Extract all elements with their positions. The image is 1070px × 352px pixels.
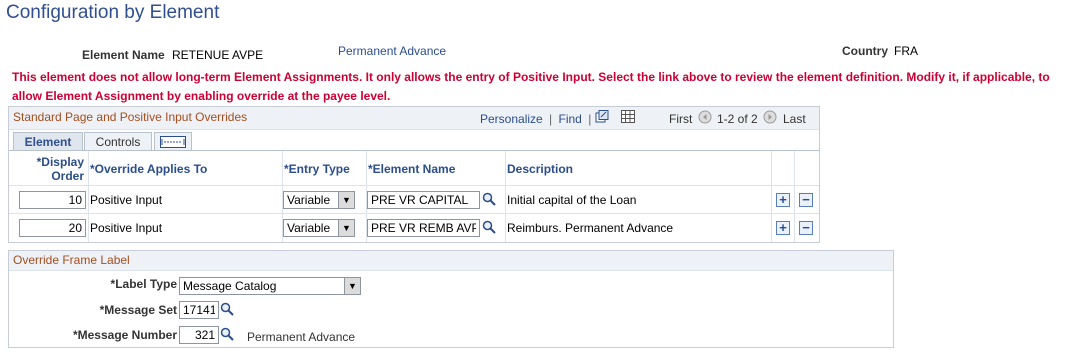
label-type-label: *Label Type [110, 277, 177, 291]
next-row-icon[interactable] [763, 110, 777, 127]
tab-controls[interactable]: Controls [84, 132, 152, 151]
previous-row-icon[interactable] [698, 110, 712, 127]
label-type-select[interactable]: Message Catalog ▼ [179, 277, 361, 295]
first-label: First [669, 112, 693, 126]
row-range: 1-2 of 2 [717, 112, 758, 126]
col-element-name: *Element Name [368, 162, 456, 176]
lookup-icon[interactable] [220, 302, 234, 316]
override-applies-to-value: Positive Input [90, 221, 163, 235]
download-grid-icon[interactable] [621, 110, 635, 126]
override-applies-to-value: Positive Input [90, 193, 163, 207]
dropdown-arrow-icon: ▼ [338, 220, 354, 236]
nav-separator: | [549, 112, 553, 126]
element-name-input[interactable] [367, 191, 480, 209]
col-entry-type: *Entry Type [284, 162, 350, 176]
show-all-columns-icon[interactable] [154, 132, 192, 151]
last-label: Last [783, 112, 806, 126]
tab-element[interactable]: Element [13, 132, 83, 151]
table-row: Positive Input Variable ▼ Initial capita… [9, 185, 819, 214]
view-all-icon[interactable] [595, 110, 609, 126]
element-name-input[interactable] [367, 219, 480, 237]
element-name-value: RETENUE AVPE [172, 48, 264, 62]
dropdown-arrow-icon: ▼ [338, 192, 354, 208]
nav-separator: | [588, 112, 592, 126]
description-value: Reimburs. Permanent Advance [507, 221, 674, 235]
message-set-input[interactable] [179, 301, 219, 319]
message-text: Permanent Advance [247, 330, 356, 344]
col-override-applies-to: *Override Applies To [90, 162, 208, 176]
message-number-input[interactable] [179, 326, 219, 344]
add-row-icon[interactable]: + [776, 221, 790, 235]
page-title: Configuration by Element [6, 2, 220, 23]
lookup-icon[interactable] [220, 327, 234, 341]
find-link[interactable]: Find [559, 112, 582, 126]
lookup-icon[interactable] [482, 220, 496, 234]
frame-title: Override Frame Label [13, 253, 130, 267]
message-set-label: *Message Set [99, 303, 177, 317]
message-number-label: *Message Number [72, 328, 177, 342]
overrides-grid: Standard Page and Positive Input Overrid… [8, 106, 820, 243]
delete-row-icon[interactable]: − [799, 221, 813, 235]
entry-type-select[interactable]: Variable ▼ [283, 219, 355, 237]
grid-header: Standard Page and Positive Input Overrid… [9, 107, 819, 130]
label-type-value: Message Catalog [183, 279, 277, 293]
element-definition-link[interactable]: Permanent Advance [338, 44, 446, 58]
add-row-icon[interactable]: + [776, 193, 790, 207]
col-display-order: *Display Order [36, 155, 84, 183]
delete-row-icon[interactable]: − [799, 193, 813, 207]
country-label: Country [842, 44, 888, 58]
table-row: Positive Input Variable ▼ Reimburs. Perm… [9, 213, 819, 242]
description-value: Initial capital of the Loan [507, 193, 637, 207]
entry-type-value: Variable [287, 221, 331, 235]
element-name-label: Element Name [82, 48, 165, 62]
dropdown-arrow-icon: ▼ [344, 278, 360, 294]
display-order-input[interactable] [19, 219, 86, 237]
grid-title: Standard Page and Positive Input Overrid… [13, 110, 248, 124]
display-order-input[interactable] [19, 191, 86, 209]
override-frame-label-group: Override Frame Label *Label Type Message… [8, 250, 894, 348]
personalize-link[interactable]: Personalize [480, 112, 543, 126]
entry-type-select[interactable]: Variable ▼ [283, 191, 355, 209]
col-description: Description [507, 162, 574, 176]
entry-type-value: Variable [287, 193, 331, 207]
warning-message: This element does not allow long-term El… [12, 70, 1050, 103]
lookup-icon[interactable] [482, 192, 496, 206]
country-value: FRA [894, 44, 918, 58]
